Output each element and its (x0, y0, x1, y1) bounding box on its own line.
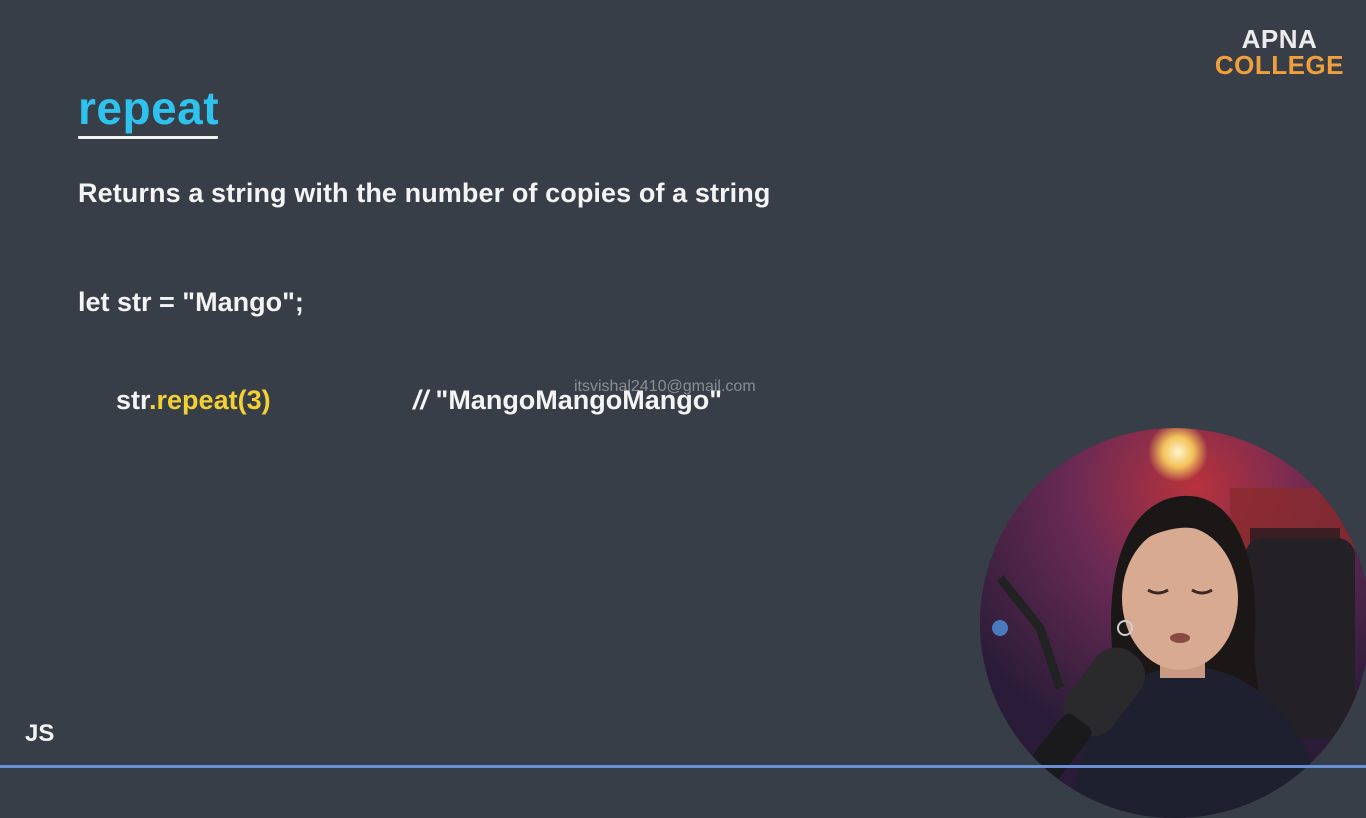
language-tag: JS (25, 720, 55, 747)
comment-slashes: // (413, 385, 429, 415)
mouth-shape (1170, 633, 1190, 643)
face-shape (1122, 526, 1238, 670)
slide-title: repeat (78, 82, 220, 134)
code-call-method: .repeat(3) (149, 385, 271, 415)
brand-logo-line1: APNA (1241, 24, 1318, 54)
mic-clip-icon (992, 620, 1008, 636)
brand-logo-line2: COLLEGE (1214, 50, 1344, 80)
presenter-illustration (980, 428, 1366, 818)
code-call-object: str (116, 385, 150, 415)
presenter-video-circle (980, 428, 1366, 818)
title-block: repeat (78, 78, 219, 139)
code-call: str.repeat(3) (116, 385, 271, 416)
brand-logo: APNA COLLEGE (1215, 26, 1344, 78)
slide: APNA COLLEGE repeat Returns a string wit… (0, 0, 1366, 818)
watermark: itsvishal2410@gmail.com (574, 378, 756, 395)
slide-description: Returns a string with the number of copi… (78, 178, 771, 208)
code-declaration: let str = "Mango"; (78, 287, 304, 317)
